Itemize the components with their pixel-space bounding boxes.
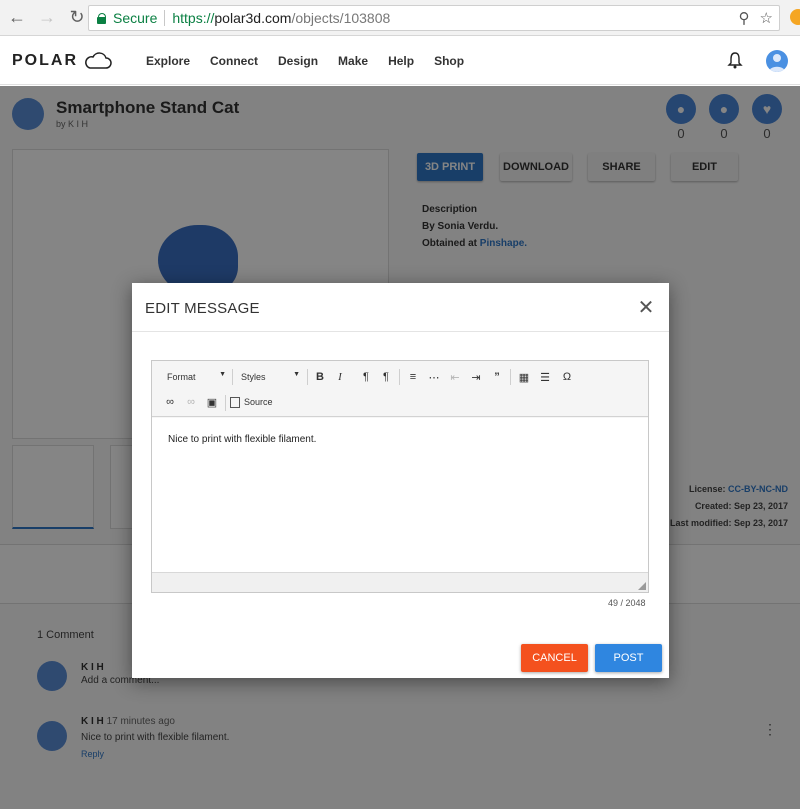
person-icon [769, 54, 785, 72]
url-path: /objects/103808 [291, 10, 391, 26]
source-label: Source [244, 397, 273, 407]
rtl-icon[interactable]: ¶ [378, 369, 394, 385]
bell-icon[interactable] [727, 51, 743, 69]
forward-arrow-icon[interactable]: → [34, 5, 60, 31]
source-button[interactable]: Source [230, 394, 273, 410]
special-character-icon[interactable]: Ω [559, 369, 575, 385]
unlink-icon[interactable]: ∞ [183, 394, 199, 410]
outdent-icon[interactable]: ⇤ [447, 369, 463, 385]
secure-label: Secure [113, 10, 158, 26]
source-icon [230, 396, 240, 408]
logo-text: POLAR [12, 51, 78, 69]
format-dropdown[interactable]: Format ▼ [162, 368, 230, 386]
indent-icon[interactable]: ⇥ [468, 369, 484, 385]
link-icon[interactable]: ∞ [162, 394, 178, 410]
cloud-icon [85, 51, 112, 69]
url-host: polar3d.com [214, 10, 292, 26]
edit-message-dialog: EDIT MESSAGE ✕ Format ▼ Styles ▼ B I ¶ ¶… [132, 283, 669, 678]
horizontal-line-icon[interactable]: ☰ [537, 369, 553, 385]
logo[interactable]: POLAR [12, 52, 112, 70]
blockquote-icon[interactable]: ” [489, 369, 505, 385]
nav-help[interactable]: Help [388, 54, 414, 68]
reload-icon[interactable]: ↻ [64, 5, 90, 31]
user-avatar[interactable] [766, 50, 788, 72]
close-icon[interactable]: ✕ [635, 296, 657, 319]
nav-make[interactable]: Make [338, 54, 368, 68]
bold-icon[interactable]: B [312, 369, 328, 385]
styles-dropdown[interactable]: Styles ▼ [236, 368, 304, 386]
numbered-list-icon[interactable]: ≡ [405, 369, 421, 385]
editor-toolbar: Format ▼ Styles ▼ B I ¶ ¶ ≡ ⋯ ⇤ ⇥ ” ▦ ☰ … [152, 361, 648, 417]
site-header: POLAR Explore Connect Design Make Help S… [0, 37, 800, 85]
nav-connect[interactable]: Connect [210, 54, 258, 68]
nav-design[interactable]: Design [278, 54, 318, 68]
bookmark-star-icon[interactable]: ☆ [760, 9, 773, 27]
cancel-button[interactable]: CANCEL [521, 644, 588, 672]
toolbar-divider [510, 369, 511, 385]
character-count: 49 / 2048 [608, 598, 646, 608]
styles-label: Styles [241, 372, 266, 382]
italic-icon[interactable]: I [332, 369, 348, 385]
dropdown-arrow-icon: ▼ [219, 371, 226, 378]
bulleted-list-icon[interactable]: ⋯ [426, 369, 442, 385]
editor-content[interactable]: Nice to print with flexible filament. [152, 418, 648, 572]
dialog-header: EDIT MESSAGE ✕ [132, 283, 669, 332]
table-icon[interactable]: ▦ [516, 369, 532, 385]
address-bar[interactable]: Secure https://polar3d.com/objects/10380… [88, 5, 780, 31]
nav-explore[interactable]: Explore [146, 54, 190, 68]
post-button[interactable]: POST [595, 644, 662, 672]
url-scheme: https:// [172, 10, 215, 26]
toolbar-divider [225, 395, 226, 411]
nav-shop[interactable]: Shop [434, 54, 464, 68]
resize-grip-icon[interactable] [638, 582, 646, 590]
ltr-icon[interactable]: ¶ [358, 369, 374, 385]
dropdown-arrow-icon: ▼ [293, 371, 300, 378]
browser-chrome: ← → ↻ Secure https://polar3d.com/objects… [0, 0, 800, 36]
toolbar-divider [399, 369, 400, 385]
editor-text: Nice to print with flexible filament. [168, 434, 317, 445]
image-icon[interactable]: ▣ [204, 394, 220, 410]
main-nav: Explore Connect Design Make Help Shop [146, 54, 484, 68]
editor-footer [152, 572, 648, 592]
format-label: Format [167, 372, 196, 382]
dialog-title: EDIT MESSAGE [145, 300, 260, 317]
lock-icon [97, 13, 107, 24]
divider [164, 10, 166, 26]
rich-text-editor: Format ▼ Styles ▼ B I ¶ ¶ ≡ ⋯ ⇤ ⇥ ” ▦ ☰ … [151, 360, 649, 593]
back-arrow-icon[interactable]: ← [4, 5, 30, 31]
toolbar-divider [232, 369, 233, 385]
zoom-icon[interactable]: ⚲ [739, 9, 750, 27]
toolbar-divider [307, 369, 308, 385]
extension-icon[interactable] [790, 9, 800, 25]
